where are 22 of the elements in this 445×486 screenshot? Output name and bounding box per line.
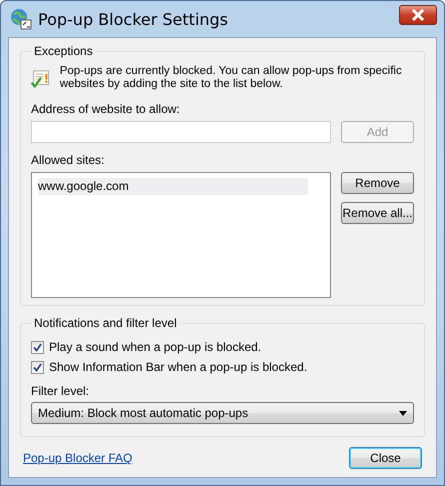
group-legend: Notifications and filter level bbox=[31, 316, 180, 330]
checkbox-option[interactable]: Show Information Bar when a pop-up is blocked. bbox=[31, 360, 414, 374]
globe-icon bbox=[10, 8, 32, 30]
checkbox-option[interactable]: Play a sound when a pop-up is blocked. bbox=[31, 340, 414, 354]
list-label: Allowed sites: bbox=[31, 153, 106, 167]
dropdown-arrow-icon[interactable] bbox=[399, 410, 407, 416]
filter-level-dropdown[interactable]: Medium: Block most automatic pop-ups bbox=[31, 402, 414, 424]
field-label: Address of website to allow: bbox=[31, 102, 181, 116]
remove-button[interactable]: Remove bbox=[341, 172, 414, 194]
close-button[interactable]: Close bbox=[349, 447, 422, 469]
close-icon[interactable] bbox=[399, 5, 437, 25]
address-field[interactable] bbox=[31, 121, 331, 143]
checkbox[interactable] bbox=[31, 340, 44, 354]
info-text: Pop-ups are currently blocked. You can allow pop-ups from specific websites by adding the site to the list below. bbox=[60, 65, 403, 91]
site-item[interactable]: www.google.com bbox=[38, 178, 308, 195]
remove-button[interactable]: Remove all... bbox=[341, 202, 414, 224]
checkbox[interactable] bbox=[31, 360, 44, 374]
field-label: Filter level: bbox=[31, 384, 90, 398]
allowed-sites-list[interactable]: www.google.com bbox=[31, 172, 331, 298]
faq-link[interactable]: Pop-up Blocker FAQ bbox=[23, 451, 132, 465]
group-legend: Exceptions bbox=[31, 44, 96, 58]
window-title: Pop-up Blocker Settings bbox=[38, 10, 230, 28]
